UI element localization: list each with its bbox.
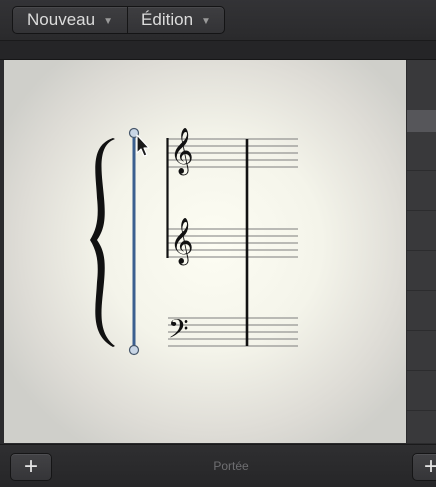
curly-brace-icon	[90, 138, 115, 347]
add-button-right[interactable]: +	[412, 453, 436, 481]
panel-label: Portée	[213, 459, 249, 473]
bass-clef-icon: 𝄢	[168, 313, 189, 351]
top-toolbar: Nouveau ▼ Édition ▼	[0, 0, 436, 41]
bottom-bar: + Portée +	[0, 444, 436, 487]
plus-icon: +	[423, 453, 436, 480]
new-menu-button[interactable]: Nouveau ▼	[13, 7, 128, 33]
score-drawing: 𝄞 𝄞 𝄢	[90, 127, 298, 356]
score-canvas[interactable]: 𝄞 𝄞 𝄢	[4, 60, 406, 443]
edit-menu-button[interactable]: Édition ▼	[128, 7, 224, 33]
cursor-arrow-icon	[136, 134, 150, 157]
right-strip-divider	[407, 410, 436, 411]
right-strip-highlight	[407, 110, 436, 132]
right-panel-strip	[407, 60, 436, 443]
right-strip-divider	[407, 250, 436, 251]
chevron-down-icon: ▼	[201, 15, 211, 27]
treble-clef-icon: 𝄞	[170, 218, 194, 266]
right-strip-divider	[407, 290, 436, 291]
chevron-down-icon: ▼	[103, 15, 113, 27]
right-strip-divider	[407, 330, 436, 331]
treble-clef-icon: 𝄞	[170, 128, 194, 176]
edit-menu-label: Édition	[141, 10, 194, 29]
new-menu-label: Nouveau	[27, 10, 96, 29]
selection-handle-bottom[interactable]	[128, 344, 140, 356]
right-strip-divider	[407, 370, 436, 371]
right-strip-divider	[407, 210, 436, 211]
right-strip-divider	[407, 170, 436, 171]
sub-header-bar	[0, 41, 436, 60]
menu-segment: Nouveau ▼ Édition ▼	[12, 6, 225, 34]
